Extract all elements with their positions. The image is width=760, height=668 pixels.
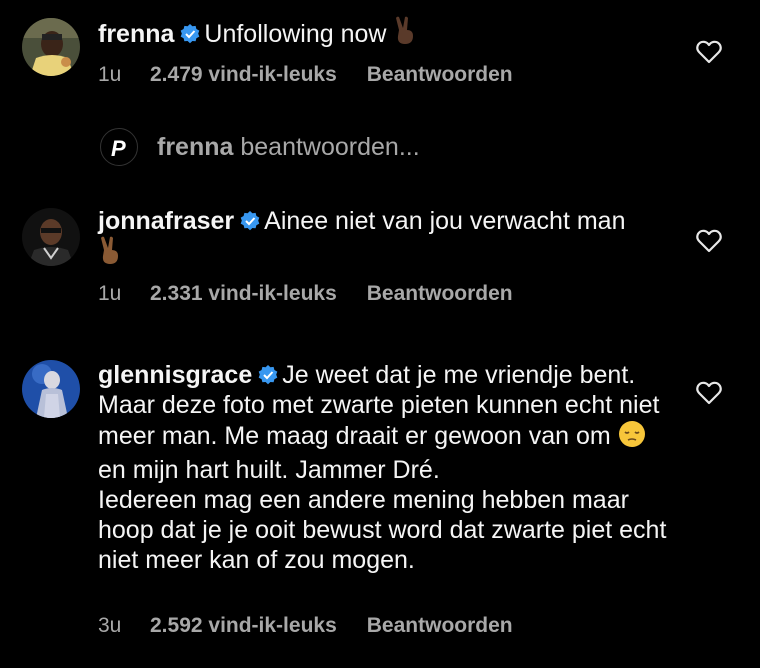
heart-icon[interactable] <box>696 229 722 253</box>
pensive-face-icon <box>618 420 646 455</box>
avatar[interactable] <box>22 360 80 418</box>
heart-icon[interactable] <box>696 381 722 405</box>
comment-body: Ainee niet van jou verwacht man <box>264 207 626 235</box>
timestamp: 1u <box>98 282 122 305</box>
username[interactable]: frenna <box>98 20 174 48</box>
comment-meta: 1u 2.331 vind-ik-leuks Beantwoorden <box>98 282 513 306</box>
verified-badge-icon <box>181 24 200 44</box>
svg-text:P: P <box>111 136 126 161</box>
reply-button[interactable]: Beantwoorden <box>367 282 513 305</box>
reply-button[interactable]: Beantwoorden <box>367 614 513 637</box>
likes-count[interactable]: 2.592 vind-ik-leuks <box>150 614 337 638</box>
victory-hand-icon <box>393 16 417 53</box>
victory-hand-icon <box>98 236 122 273</box>
reply-placeholder[interactable]: frenna beantwoorden... <box>157 133 420 162</box>
comment-body: Unfollowing now <box>204 20 387 48</box>
timestamp: 1u <box>98 63 122 86</box>
comment-meta: 3u 2.592 vind-ik-leuks Beantwoorden <box>98 614 513 638</box>
avatar[interactable] <box>22 18 80 76</box>
username[interactable]: glennisgrace <box>98 361 252 389</box>
reply-button[interactable]: Beantwoorden <box>367 63 513 86</box>
comment-meta: 1u 2.479 vind-ik-leuks Beantwoorden <box>98 63 513 87</box>
verified-badge-icon <box>258 365 278 385</box>
likes-count[interactable]: 2.331 vind-ik-leuks <box>150 282 337 306</box>
comment-body-paragraph: Iedereen mag een andere mening hebben ma… <box>98 486 667 574</box>
likes-count[interactable]: 2.479 vind-ik-leuks <box>150 63 337 87</box>
comment-body-continued: en mijn hart huilt. Jammer Dré. <box>98 456 440 484</box>
comment-text: glennisgrace Je weet dat je me vriendje b… <box>98 360 668 575</box>
timestamp: 3u <box>98 614 122 637</box>
comment-text: jonnafraser Ainee niet van jou verwacht m… <box>98 206 668 273</box>
comment-text: frenna Unfollowing now <box>98 16 668 53</box>
heart-icon[interactable] <box>696 40 722 64</box>
username[interactable]: jonnafraser <box>98 207 234 235</box>
verified-badge-icon <box>240 211 260 231</box>
profile-logo-avatar: P <box>100 128 138 166</box>
avatar[interactable] <box>22 208 80 266</box>
